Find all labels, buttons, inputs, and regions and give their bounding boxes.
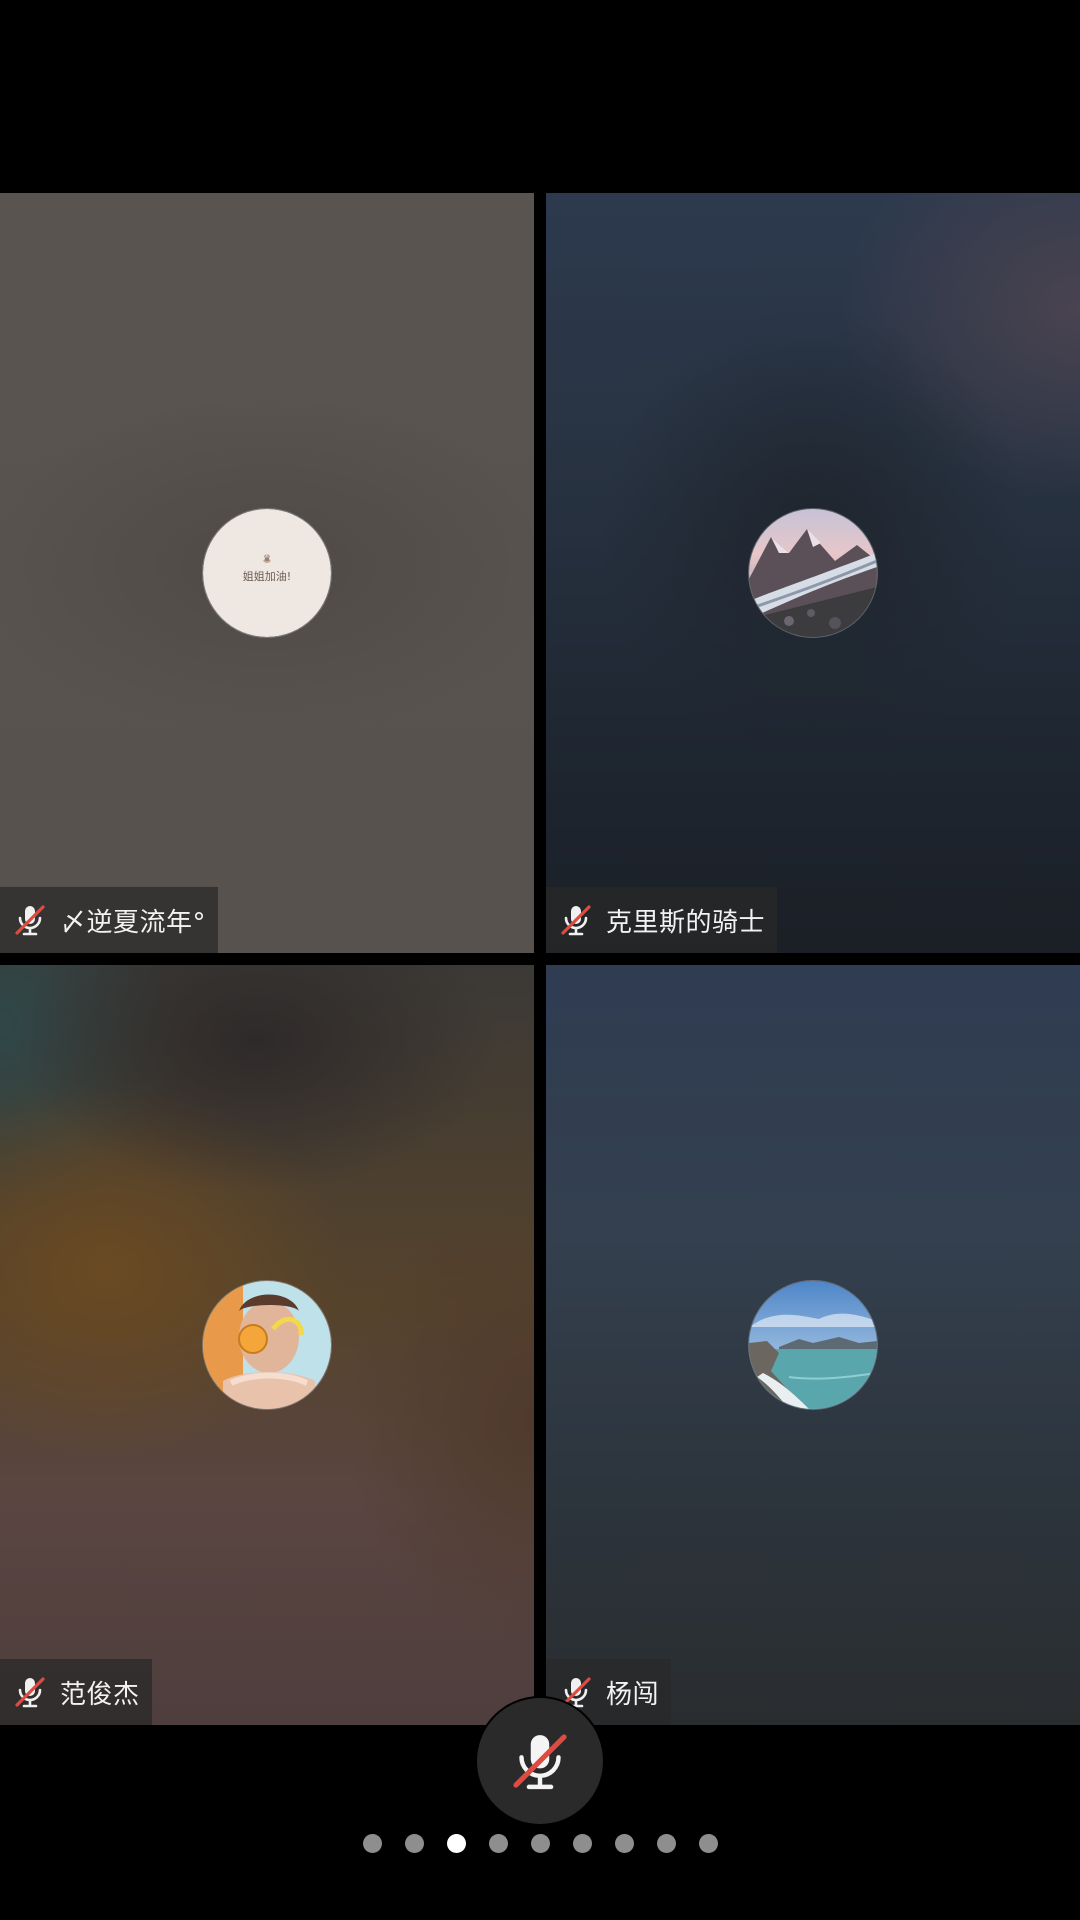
man-with-glasses-avatar-image [203, 1281, 331, 1409]
handwritten-note-avatar-image: ♛ 姐姐加油! [203, 509, 331, 637]
participant-tile[interactable]: 范俊杰 [0, 965, 534, 1725]
participant-name-tag: 克里斯的骑士 [546, 887, 778, 953]
participant-name: 〆逆夏流年° [60, 907, 207, 938]
page-dot[interactable] [530, 1834, 550, 1853]
participant-tile-active[interactable]: 杨闯 [546, 965, 1080, 1725]
participant-name: 杨闯 [606, 1679, 660, 1710]
page-dot-active[interactable] [446, 1834, 466, 1853]
participant-avatar [749, 509, 877, 637]
mic-off-icon [15, 1677, 45, 1708]
page-dot[interactable] [488, 1834, 508, 1853]
mic-toggle-button[interactable] [477, 1698, 603, 1824]
glacier-landscape-avatar-image [749, 509, 877, 637]
participant-name-tag: 范俊杰 [0, 1659, 152, 1725]
page-dot[interactable] [362, 1834, 382, 1853]
mic-off-icon [513, 1734, 567, 1790]
svg-text:♛: ♛ [263, 554, 271, 564]
page-dot[interactable] [614, 1834, 634, 1853]
page-dot[interactable] [656, 1834, 676, 1853]
participant-tile[interactable]: 克里斯的骑士 [546, 193, 1080, 953]
page-dot[interactable] [698, 1834, 718, 1853]
participant-name: 范俊杰 [60, 1679, 140, 1710]
participant-avatar [203, 1281, 331, 1409]
page-dot[interactable] [572, 1834, 592, 1853]
mic-off-icon [561, 905, 591, 936]
participant-name: 克里斯的骑士 [606, 907, 766, 938]
participant-avatar [749, 1281, 877, 1409]
seaside-landscape-avatar-image [749, 1281, 877, 1409]
avatar-note-text: 姐姐加油! [243, 569, 291, 583]
participant-avatar: ♛ 姐姐加油! [203, 509, 331, 637]
participant-tile[interactable]: ♛ 姐姐加油! 〆逆夏流年° [0, 193, 534, 953]
page-dot[interactable] [404, 1834, 424, 1853]
mic-off-icon [15, 905, 45, 936]
participant-name-tag: 〆逆夏流年° [0, 887, 219, 953]
page-indicator [0, 1834, 1080, 1856]
